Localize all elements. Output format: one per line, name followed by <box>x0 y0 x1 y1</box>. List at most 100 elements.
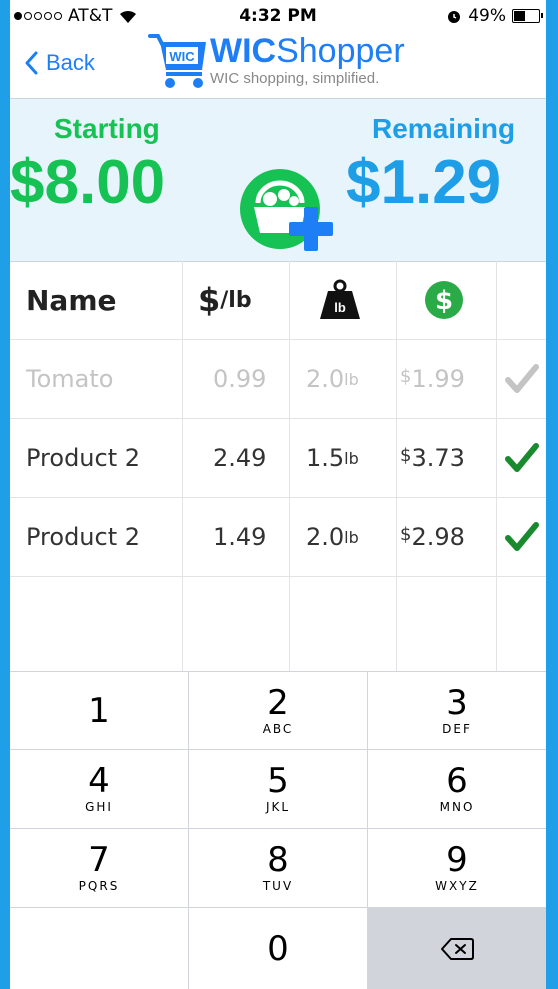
key-number: 0 <box>267 928 289 969</box>
total-number: 1.99 <box>411 365 465 393</box>
product-table: Name $/lb lb $ Tomato 0.99 2.0 lb $ 1.99… <box>10 261 546 671</box>
key-blank <box>10 908 188 989</box>
key-number: 2 <box>267 682 289 723</box>
price-per-lb[interactable]: 1.49 <box>213 498 266 576</box>
key-5[interactable]: 5 JKL <box>189 750 367 828</box>
key-letters: DEF <box>442 721 472 736</box>
status-bar: AT&T 4:32 PM 49% <box>10 0 546 30</box>
weight-unit: lb <box>344 527 359 547</box>
key-number: 7 <box>88 840 110 880</box>
weight-value[interactable]: 2.0 lb <box>306 498 359 576</box>
key-letters: WXYZ <box>435 879 479 893</box>
battery-icon <box>512 9 543 23</box>
total-number: 3.73 <box>411 444 465 472</box>
row-check-toggle[interactable] <box>504 340 540 418</box>
price-per-lb[interactable]: 2.49 <box>213 419 266 497</box>
key-0[interactable]: 0 <box>189 908 367 989</box>
key-number: 8 <box>267 840 289 880</box>
app-logo: WIC WICShopper WIC shopping, simplified. <box>148 30 405 95</box>
weight-number: 1.5 <box>306 444 345 472</box>
battery-percent: 49% <box>468 6 506 26</box>
key-letters: ABC <box>262 721 294 736</box>
header-per-lb: /lb <box>220 287 252 313</box>
key-letters: MNO <box>439 800 475 814</box>
key-4[interactable]: 4 GHI <box>10 750 188 828</box>
weight-number: 2.0 <box>306 365 345 393</box>
table-row[interactable]: Product 2 1.49 2.0 lb $2.98 <box>10 498 546 577</box>
key-9[interactable]: 9 WXYZ <box>368 829 546 907</box>
app-screen: AT&T 4:32 PM 49% Back WIC WICShopper WIC… <box>10 0 546 989</box>
total-price: $3.73 <box>400 419 465 497</box>
dollar-coin-icon: $ <box>425 281 463 319</box>
key-7[interactable]: 7 PQRS <box>10 829 188 907</box>
table-header-row: Name $/lb lb $ <box>10 261 546 340</box>
total-number: 2.98 <box>411 523 465 551</box>
shopping-cart-icon: WIC <box>148 34 206 88</box>
weight-number: 2.0 <box>306 523 345 551</box>
key-letters: GHI <box>85 800 113 814</box>
remaining-value: $1.29 <box>346 148 502 217</box>
key-letters: PQRS <box>78 879 120 893</box>
total-price: $2.98 <box>400 498 465 576</box>
checkmark-icon <box>505 364 539 393</box>
key-number: 5 <box>267 761 289 801</box>
app-subtitle: WIC shopping, simplified. <box>210 70 380 87</box>
weight-icon-label: lb <box>334 300 346 315</box>
key-6[interactable]: 6 MNO <box>368 750 546 828</box>
key-letters: TUV <box>262 879 294 893</box>
back-label: Back <box>46 50 95 75</box>
row-check-toggle[interactable] <box>504 498 540 576</box>
starting-label: Starting <box>54 113 160 144</box>
key-number: 1 <box>88 690 110 731</box>
delete-key[interactable] <box>368 908 546 989</box>
empty-row <box>10 577 546 671</box>
basket-add-icon <box>240 169 333 251</box>
product-name[interactable]: Product 2 <box>26 419 140 497</box>
weight-icon: lb <box>320 279 360 319</box>
key-number: 9 <box>446 840 468 880</box>
key-8[interactable]: 8 TUV <box>189 829 367 907</box>
key-number: 6 <box>446 761 468 801</box>
table-row[interactable]: Product 2 2.49 1.5 lb $3.73 <box>10 419 546 498</box>
weight-unit: lb <box>344 448 359 468</box>
key-letters: JKL <box>265 800 291 814</box>
checkmark-icon <box>505 522 539 551</box>
header-name: Name <box>26 283 117 317</box>
total-symbol: $ <box>400 365 412 387</box>
weight-unit: lb <box>344 369 359 389</box>
weight-column-header: lb <box>318 261 362 339</box>
status-right: 49% <box>446 6 543 26</box>
total-symbol: $ <box>400 523 412 545</box>
product-name[interactable]: Tomato <box>26 340 113 418</box>
key-3[interactable]: 3 DEF <box>368 672 546 749</box>
chevron-left-icon <box>25 51 38 75</box>
add-item-button[interactable] <box>232 163 342 253</box>
key-1[interactable]: 1 <box>10 672 188 749</box>
app-title-rest: Shopper <box>276 32 405 70</box>
price-per-lb[interactable]: 0.99 <box>213 340 266 418</box>
header-price-per-lb: $/lb <box>198 261 252 339</box>
total-symbol: $ <box>400 444 412 466</box>
starting-value: $8.00 <box>10 148 166 217</box>
app-title: WICShopper <box>210 32 405 71</box>
logo-badge-text: WIC <box>169 49 195 64</box>
backspace-icon <box>441 937 474 960</box>
total-icon-label: $ <box>435 286 453 316</box>
product-name[interactable]: Product 2 <box>26 498 140 576</box>
numeric-keypad: 1 2 ABC 3 DEF 4 GHI 5 JKL 6 MNO 7 PQRS 8… <box>10 671 546 989</box>
key-2[interactable]: 2 ABC <box>189 672 367 749</box>
key-number: 4 <box>88 761 110 801</box>
row-check-toggle[interactable] <box>504 419 540 497</box>
weight-value[interactable]: 1.5 lb <box>306 419 359 497</box>
key-number: 3 <box>446 682 468 723</box>
budget-panel: Starting $8.00 Remaining $1.29 <box>10 98 546 262</box>
alarm-icon <box>448 11 461 23</box>
weight-value[interactable]: 2.0 lb <box>306 340 359 418</box>
navigation-bar: Back WIC WICShopper WIC shopping, simpli… <box>10 28 546 98</box>
back-button[interactable]: Back <box>24 50 95 76</box>
table-row[interactable]: Tomato 0.99 2.0 lb $1.99 <box>10 340 546 419</box>
total-column-header: $ <box>424 261 464 339</box>
remaining-label: Remaining <box>372 113 516 144</box>
app-title-bold: WIC <box>210 32 277 70</box>
total-price: $1.99 <box>400 340 465 418</box>
